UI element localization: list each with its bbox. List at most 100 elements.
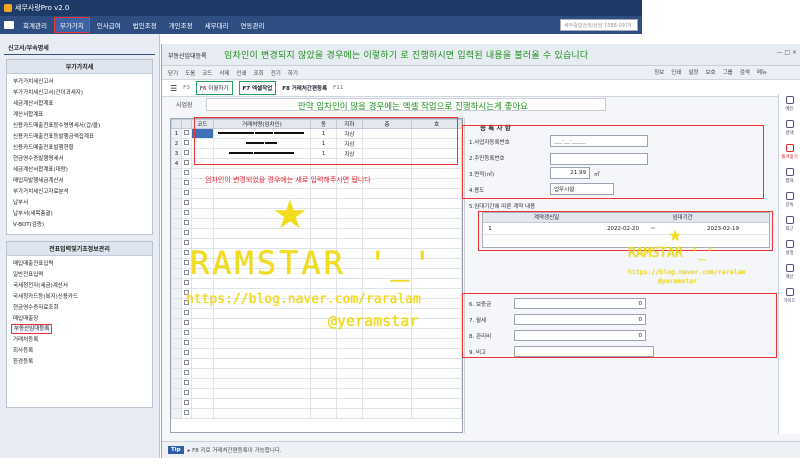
room-cell[interactable] [411, 208, 462, 219]
floor-cell[interactable] [361, 388, 413, 399]
table-row[interactable] [171, 348, 462, 359]
rail-item[interactable]: 검색 [779, 118, 800, 142]
dong-cell[interactable] [310, 408, 337, 419]
jiha-cell[interactable] [335, 378, 363, 389]
floor-cell[interactable] [361, 338, 413, 349]
checkbox-icon[interactable] [183, 370, 189, 375]
jiha-cell[interactable] [335, 408, 363, 419]
room-cell[interactable] [411, 198, 462, 209]
tenant-name-cell[interactable] [212, 318, 312, 329]
floor-cell[interactable] [361, 228, 413, 239]
code-cell[interactable] [190, 348, 214, 359]
checkbox-icon[interactable] [183, 240, 189, 245]
checkbox-icon[interactable] [183, 150, 189, 155]
code-cell[interactable] [190, 338, 214, 349]
toolbar-right-btn[interactable]: 검색 [740, 68, 750, 76]
room-cell[interactable] [411, 378, 462, 389]
room-cell[interactable] [411, 338, 462, 349]
row-checkbox[interactable] [180, 208, 192, 219]
row-checkbox[interactable] [180, 178, 192, 189]
floor-cell[interactable] [361, 218, 413, 229]
rail-item[interactable]: 최근 [779, 214, 800, 238]
room-cell[interactable] [411, 328, 462, 339]
dong-cell[interactable] [310, 368, 337, 379]
table-row[interactable] [171, 338, 462, 349]
dong-cell[interactable] [310, 358, 337, 369]
jiha-cell[interactable] [335, 338, 363, 349]
toolbar-btn[interactable]: 하기 [288, 69, 298, 77]
dong-cell[interactable] [310, 198, 337, 209]
dong-cell[interactable] [310, 388, 337, 399]
checkbox-icon[interactable] [183, 200, 189, 205]
room-cell[interactable] [411, 178, 462, 189]
entry-menu-item[interactable]: 회사등록 [7, 345, 152, 356]
row-checkbox[interactable] [180, 368, 192, 379]
checkbox-icon[interactable] [183, 250, 189, 255]
floor-cell[interactable] [361, 378, 413, 389]
room-cell[interactable] [411, 368, 462, 379]
floor-cell[interactable] [361, 188, 413, 199]
row-checkbox[interactable] [180, 198, 192, 209]
checkbox-icon[interactable] [183, 230, 189, 235]
f11-button[interactable]: F11 [333, 85, 343, 91]
row-checkbox[interactable] [180, 398, 192, 409]
vat-menu-item[interactable]: 부가가치세신고자료분석 [7, 186, 152, 197]
toolbar-right-btn[interactable]: 정보 [654, 68, 664, 76]
entry-menu-item[interactable]: 국세청전자(세금)계산서 [7, 280, 152, 291]
vat-menu-item[interactable]: 현금영수증발행명세서 [7, 153, 152, 164]
row-checkbox[interactable] [180, 228, 192, 239]
tenant-name-cell[interactable] [212, 378, 312, 389]
menu-item-5[interactable]: 세무대리 [200, 18, 234, 32]
floor-cell[interactable] [361, 328, 413, 339]
room-cell[interactable] [411, 398, 462, 409]
f6-carryover-button[interactable]: F6 이월하기 [195, 81, 233, 95]
code-cell[interactable] [190, 218, 214, 229]
checkbox-icon[interactable] [183, 170, 189, 175]
code-cell[interactable] [190, 308, 214, 319]
checkbox-icon[interactable] [183, 180, 189, 185]
checkbox-icon[interactable] [183, 190, 189, 195]
global-search-input[interactable]: 세무증합검색/상담 1588-0974 [560, 19, 638, 31]
tenant-name-cell[interactable] [212, 368, 312, 379]
vat-menu-item[interactable]: 세금계산서합계표 [7, 98, 152, 109]
dong-cell[interactable] [310, 228, 337, 239]
entry-menu-item[interactable]: 환경등록 [7, 356, 152, 367]
jiha-cell[interactable] [335, 328, 363, 339]
toolbar-btn[interactable]: 닫기 [168, 69, 178, 77]
f3-button[interactable]: F3 [183, 85, 190, 91]
row-checkbox[interactable] [180, 138, 192, 149]
code-cell[interactable] [190, 328, 214, 339]
checkbox-icon[interactable] [183, 220, 189, 225]
checkbox-icon[interactable] [183, 140, 189, 145]
room-cell[interactable] [411, 228, 462, 239]
room-cell[interactable] [411, 408, 462, 419]
row-checkbox[interactable] [180, 148, 192, 159]
jiha-cell[interactable] [335, 208, 363, 219]
jiha-cell[interactable] [335, 368, 363, 379]
code-cell[interactable] [190, 358, 214, 369]
row-checkbox[interactable] [180, 408, 192, 419]
row-checkbox[interactable] [180, 218, 192, 229]
vat-menu-item[interactable]: 납부서(세목총괄) [7, 208, 152, 219]
room-cell[interactable] [411, 168, 462, 179]
table-row[interactable] [171, 368, 462, 379]
home-icon[interactable] [4, 21, 14, 29]
menu-item-3[interactable]: 법인조정 [128, 18, 162, 32]
jiha-cell[interactable] [335, 188, 363, 199]
dong-cell[interactable] [310, 208, 337, 219]
dong-cell[interactable] [310, 378, 337, 389]
dong-cell[interactable] [310, 218, 337, 229]
checkbox-icon[interactable] [183, 350, 189, 355]
entry-menu-item[interactable]: 일반전표입력 [7, 269, 152, 280]
menu-icon[interactable]: ☰ [170, 84, 177, 93]
row-checkbox[interactable] [180, 388, 192, 399]
code-cell[interactable] [190, 208, 214, 219]
entry-menu-item[interactable]: 현금영수증자료조회 [7, 302, 152, 313]
room-cell[interactable] [411, 358, 462, 369]
code-cell[interactable] [190, 228, 214, 239]
f7-excel-button[interactable]: F7 엑셀작업 [238, 81, 277, 95]
vat-menu-item[interactable]: 매입자발행세금계산서 [7, 175, 152, 186]
toolbar-btn[interactable]: 코드 [202, 69, 212, 77]
checkbox-icon[interactable] [183, 400, 189, 405]
f8-quick-register-button[interactable]: F8 거래처간편등록 [282, 84, 327, 92]
